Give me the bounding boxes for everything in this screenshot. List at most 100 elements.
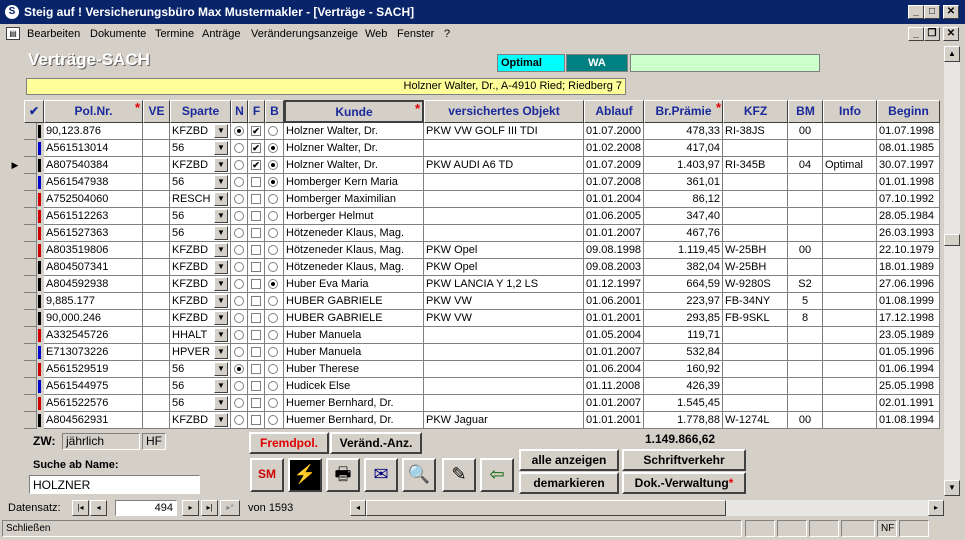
column-header-polnr[interactable]: Pol.Nr. * bbox=[44, 100, 143, 123]
scroll-left-arrow-icon[interactable]: ◂ bbox=[350, 500, 366, 516]
dropdown-arrow-icon[interactable]: ▼ bbox=[214, 141, 228, 155]
radio-b[interactable] bbox=[268, 245, 278, 255]
cell-kfz[interactable] bbox=[723, 174, 788, 191]
cell-kfz[interactable]: RI-345B bbox=[723, 157, 788, 174]
cell-ve[interactable] bbox=[143, 378, 170, 395]
cell-sparte[interactable]: KFZBD ▼ bbox=[170, 412, 231, 429]
checkbox-f[interactable] bbox=[251, 330, 261, 340]
cell-beginn[interactable]: 18.01.1989 bbox=[877, 259, 940, 276]
radio-b[interactable] bbox=[268, 262, 278, 272]
row-selector[interactable] bbox=[24, 327, 37, 344]
cell-bm[interactable] bbox=[788, 140, 823, 157]
cell-ve[interactable] bbox=[143, 310, 170, 327]
search-icon[interactable]: 🔍 bbox=[402, 458, 436, 492]
cell-objekt[interactable] bbox=[424, 344, 584, 361]
row-selector[interactable] bbox=[24, 378, 37, 395]
cell-bm[interactable] bbox=[788, 361, 823, 378]
cell-ve[interactable] bbox=[143, 259, 170, 276]
cell-objekt[interactable]: PKW LANCIA Y 1,2 LS bbox=[424, 276, 584, 293]
table-row[interactable]: 90,000.246 KFZBD ▼ HUBER GABRIELE PKW VW 01.0… bbox=[0, 310, 942, 327]
table-row[interactable]: E713073226 HPVER ▼ Huber Manuela 01.01.2007 5… bbox=[0, 344, 942, 361]
radio-n[interactable] bbox=[234, 279, 244, 289]
minimize-button[interactable]: _ bbox=[908, 5, 924, 19]
cell-kunde[interactable]: Horberger Helmut bbox=[284, 208, 424, 225]
cell-ve[interactable] bbox=[143, 361, 170, 378]
vertical-scrollbar[interactable]: ▲ ▼ bbox=[944, 46, 960, 496]
cell-ablauf[interactable]: 01.01.2007 bbox=[584, 225, 644, 242]
table-row[interactable]: A803519806 KFZBD ▼ Hötzeneder Klaus, Mag. PK… bbox=[0, 242, 942, 259]
cell-praemie[interactable]: 1.778,88 bbox=[644, 412, 723, 429]
cell-bm[interactable] bbox=[788, 327, 823, 344]
radio-b[interactable] bbox=[268, 279, 278, 289]
column-header-info[interactable]: Info bbox=[823, 100, 877, 123]
radio-b[interactable] bbox=[268, 126, 278, 136]
column-header-objekt[interactable]: versichertes Objekt bbox=[424, 100, 584, 123]
cell-sparte[interactable]: 56 ▼ bbox=[170, 361, 231, 378]
record-number-input[interactable] bbox=[115, 500, 177, 516]
cell-beginn[interactable]: 30.07.1997 bbox=[877, 157, 940, 174]
cell-beginn[interactable]: 27.06.1996 bbox=[877, 276, 940, 293]
cell-praemie[interactable]: 361,01 bbox=[644, 174, 723, 191]
radio-n[interactable] bbox=[234, 211, 244, 221]
cell-beginn[interactable]: 01.05.1996 bbox=[877, 344, 940, 361]
table-row[interactable]: A561512263 56 ▼ Horberger Helmut 01.06.2005 3… bbox=[0, 208, 942, 225]
cell-beginn[interactable]: 01.06.1994 bbox=[877, 361, 940, 378]
cell-objekt[interactable]: PKW Jaguar bbox=[424, 412, 584, 429]
cell-objekt[interactable]: PKW VW bbox=[424, 293, 584, 310]
checkbox-f[interactable] bbox=[251, 211, 261, 221]
cell-bm[interactable]: 5 bbox=[788, 293, 823, 310]
radio-n[interactable] bbox=[234, 228, 244, 238]
table-row[interactable]: 9,885.177 KFZBD ▼ HUBER GABRIELE PKW VW 01.06… bbox=[0, 293, 942, 310]
cell-kfz[interactable]: FB-9SKL bbox=[723, 310, 788, 327]
checkbox-f[interactable]: ✔ bbox=[251, 143, 261, 153]
column-header-f[interactable]: F bbox=[248, 100, 265, 123]
dropdown-arrow-icon[interactable]: ▼ bbox=[214, 294, 228, 308]
cell-polnr[interactable]: A804592938 bbox=[44, 276, 143, 293]
cell-kunde[interactable]: Huber Manuela bbox=[284, 327, 424, 344]
radio-n[interactable] bbox=[234, 364, 244, 374]
cell-polnr[interactable]: A561527363 bbox=[44, 225, 143, 242]
cell-sparte[interactable]: 56 ▼ bbox=[170, 140, 231, 157]
close-button[interactable]: ✕ bbox=[943, 5, 959, 19]
radio-b[interactable] bbox=[268, 364, 278, 374]
radio-b[interactable] bbox=[268, 330, 278, 340]
dropdown-arrow-icon[interactable]: ▼ bbox=[214, 345, 228, 359]
cell-polnr[interactable]: A561512263 bbox=[44, 208, 143, 225]
cell-bm[interactable] bbox=[788, 259, 823, 276]
cell-praemie[interactable]: 417,04 bbox=[644, 140, 723, 157]
column-header-ve[interactable]: VE bbox=[143, 100, 170, 123]
cell-bm[interactable] bbox=[788, 378, 823, 395]
row-selector[interactable] bbox=[24, 242, 37, 259]
search-name-input[interactable] bbox=[29, 475, 200, 494]
dropdown-arrow-icon[interactable]: ▼ bbox=[214, 379, 228, 393]
cell-kfz[interactable]: W-25BH bbox=[723, 242, 788, 259]
dropdown-arrow-icon[interactable]: ▼ bbox=[214, 192, 228, 206]
cell-objekt[interactable]: PKW VW GOLF III TDI bbox=[424, 123, 584, 140]
cell-kunde[interactable]: Huber Therese bbox=[284, 361, 424, 378]
dropdown-arrow-icon[interactable]: ▼ bbox=[214, 413, 228, 427]
checkbox-f[interactable] bbox=[251, 381, 261, 391]
checkbox-f[interactable] bbox=[251, 228, 261, 238]
cell-objekt[interactable] bbox=[424, 225, 584, 242]
cell-ablauf[interactable]: 09.08.2003 bbox=[584, 259, 644, 276]
column-header-select[interactable]: ✔ bbox=[24, 100, 44, 123]
radio-b[interactable] bbox=[268, 415, 278, 425]
cell-ablauf[interactable]: 01.07.2008 bbox=[584, 174, 644, 191]
cell-sparte[interactable]: 56 ▼ bbox=[170, 208, 231, 225]
cell-bm[interactable]: 00 bbox=[788, 123, 823, 140]
cell-kfz[interactable]: W-1274L bbox=[723, 412, 788, 429]
dropdown-arrow-icon[interactable]: ▼ bbox=[214, 175, 228, 189]
cell-info[interactable] bbox=[823, 259, 877, 276]
dropdown-arrow-icon[interactable]: ▼ bbox=[214, 243, 228, 257]
cell-ve[interactable] bbox=[143, 123, 170, 140]
cell-info[interactable] bbox=[823, 361, 877, 378]
cell-ve[interactable] bbox=[143, 225, 170, 242]
radio-n[interactable] bbox=[234, 143, 244, 153]
menu-bearbeiten[interactable]: Bearbeiten bbox=[27, 28, 80, 40]
cell-ablauf[interactable]: 01.06.2004 bbox=[584, 361, 644, 378]
cell-beginn[interactable]: 22.10.1979 bbox=[877, 242, 940, 259]
radio-n[interactable] bbox=[234, 347, 244, 357]
cell-objekt[interactable]: PKW Opel bbox=[424, 259, 584, 276]
cell-kunde[interactable]: Hötzeneder Klaus, Mag. bbox=[284, 225, 424, 242]
table-row[interactable]: A804562931 KFZBD ▼ Huemer Bernhard, Dr. PKW … bbox=[0, 412, 942, 429]
